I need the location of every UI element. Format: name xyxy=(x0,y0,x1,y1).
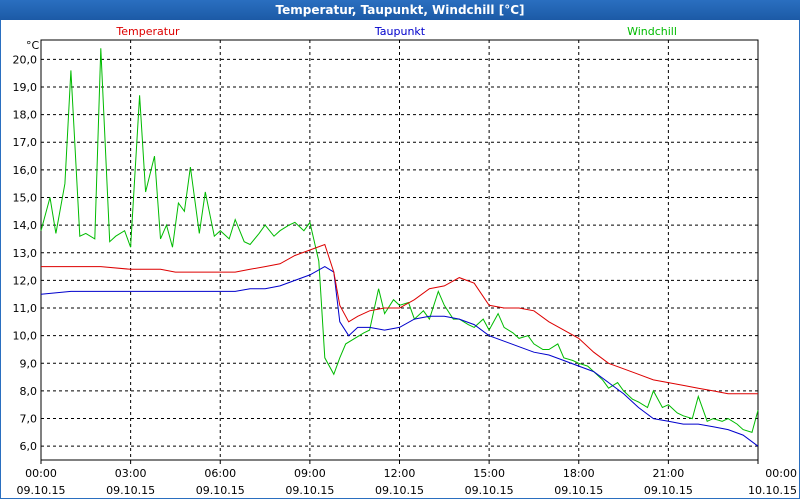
legend-item-windchill: Windchill xyxy=(627,25,677,38)
x-tick-date: 09.10.15 xyxy=(17,484,66,497)
y-tick-label: 7,0 xyxy=(20,413,38,426)
x-tick-time: 09:00 xyxy=(294,467,326,480)
x-tick-time: 03:00 xyxy=(115,467,147,480)
x-tick-time: 21:00 xyxy=(653,467,685,480)
x-tick-time: 00:00 xyxy=(25,467,57,480)
chart-area: 6,0 7,0 8,0 9,0 10,0 11,0 12,0 13,0 14,0 15,0 16,0… xyxy=(13,25,798,497)
y-tick-label: 6,0 xyxy=(20,440,38,453)
y-tick-label: 16,0 xyxy=(13,164,38,177)
legend: Temperatur Taupunkt Windchill xyxy=(115,25,677,38)
x-tick-date: 09.10.15 xyxy=(285,484,334,497)
x-tick-date: 09.10.15 xyxy=(465,484,514,497)
y-tick-label: 18,0 xyxy=(13,109,38,122)
x-tick-date: 09.10.15 xyxy=(196,484,245,497)
x-tick-date: 09.10.15 xyxy=(644,484,693,497)
x-tick-time: 12:00 xyxy=(384,467,416,480)
x-tick-date: 09.10.15 xyxy=(554,484,603,497)
y-axis-label: °C xyxy=(26,39,40,52)
x-tick-date: 09.10.15 xyxy=(375,484,424,497)
y-tick-label: 12,0 xyxy=(13,274,38,287)
legend-item-taupunkt: Taupunkt xyxy=(374,25,426,38)
y-tick-label: 9,0 xyxy=(20,357,38,370)
y-tick-label: 15,0 xyxy=(13,192,38,205)
x-tick-time: 15:00 xyxy=(473,467,505,480)
y-tick-label: 17,0 xyxy=(13,136,38,149)
y-tick-label: 10,0 xyxy=(13,330,38,343)
x-tick-time: 00:00 xyxy=(765,467,797,480)
x-tick-time: 18:00 xyxy=(563,467,595,480)
y-tick-label: 8,0 xyxy=(20,385,38,398)
legend-item-temperatur: Temperatur xyxy=(115,25,180,38)
x-tick-time: 06:00 xyxy=(204,467,236,480)
y-tick-label: 11,0 xyxy=(13,302,38,315)
y-tick-label: 14,0 xyxy=(13,219,38,232)
y-tick-label: 13,0 xyxy=(13,247,38,260)
x-tick-date: 09.10.15 xyxy=(106,484,155,497)
y-tick-label: 19,0 xyxy=(13,81,38,94)
x-tick-date: 10.10.15 xyxy=(748,484,797,497)
y-tick-label: 20,0 xyxy=(13,53,38,66)
